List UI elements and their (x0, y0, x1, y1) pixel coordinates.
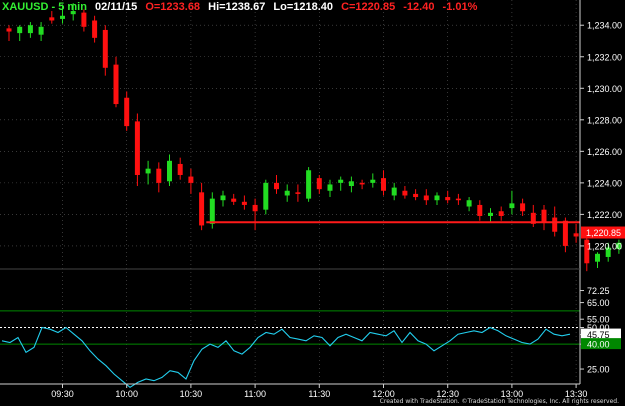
candle-body (423, 195, 429, 201)
price-tick-label: 1,226.00 (587, 147, 622, 157)
close-label: C=1220.85 (341, 1, 396, 13)
candle-body (327, 184, 333, 191)
price-tick-label: 1,222.00 (587, 210, 622, 220)
candle-body (124, 97, 130, 127)
candle-body (316, 178, 322, 190)
candle-body (381, 178, 386, 191)
axes: 1,234.00 1,232.00 1,230.00 1,228.00 1,226.00… (0, 0, 625, 399)
chart-canvas: 1,234.00 1,232.00 1,230.00 1,228.00 1,226.00… (0, 0, 625, 399)
time-tick-label: 09:30 (51, 389, 74, 399)
candle-body (370, 179, 376, 183)
date-label: 02/11/15 (95, 1, 138, 13)
candle-body (231, 198, 237, 202)
change-label: -12.40 (403, 1, 435, 13)
price-tick-label: 1,232.00 (587, 52, 622, 62)
price-tick-label: 1,224.00 (587, 178, 622, 188)
low-label: Lo=1218.40 (273, 1, 333, 13)
candle-body (92, 20, 98, 38)
candle-body (17, 26, 23, 34)
candle-body (488, 212, 493, 216)
candle-body (455, 198, 461, 201)
candle-body (520, 203, 526, 212)
price-tick-label: 1,234.00 (587, 21, 622, 31)
indicator-tick-label: 65.00 (587, 298, 610, 308)
time-tick-label: 10:00 (115, 389, 138, 399)
candle-body (562, 220, 568, 246)
candle-body (348, 181, 354, 187)
candle-body (552, 217, 558, 232)
candle-body (541, 209, 547, 223)
price-tick-label: 1,220.00 (587, 241, 622, 251)
price-tick-label: 1,230.00 (587, 84, 622, 94)
high-label: Hi=1238.67 (208, 1, 266, 13)
candle-body (6, 28, 12, 32)
indicator-tick-label: 72.25 (587, 286, 610, 296)
chart-header: XAUUSD - 5 min 02/11/15 O=1233.68 Hi=123… (2, 1, 482, 13)
indicator-levels (0, 310, 580, 345)
candle-body (413, 193, 419, 198)
time-tick-label: 11:30 (308, 389, 330, 399)
candle-body (145, 168, 151, 174)
candle-body (306, 170, 312, 199)
candle-body (102, 29, 108, 68)
indicator-line (1, 326, 571, 388)
candle-body (252, 204, 258, 212)
candle-body (209, 198, 215, 224)
candle-body (434, 195, 440, 201)
open-label: O=1233.68 (145, 1, 201, 13)
candle-body (188, 176, 194, 183)
indicator-series (1, 326, 571, 388)
candlestick-series (6, 3, 622, 272)
candle-body (241, 201, 247, 205)
candle-body (295, 192, 301, 194)
candle-body (274, 182, 279, 190)
candle-body (466, 200, 472, 207)
grid (0, 0, 580, 384)
candle-body (156, 168, 162, 183)
last-price-label: 1,220.85 (586, 228, 621, 238)
candle-body (113, 64, 119, 105)
footer-copyright: Created with TradeStation. ©TradeStation… (379, 398, 619, 405)
candle-body (391, 187, 397, 196)
candle-body (263, 182, 269, 210)
candle-body (338, 179, 344, 183)
indicator-tick-label: 40.00 (587, 340, 610, 350)
candle-body (49, 17, 55, 21)
candle-body (134, 121, 140, 175)
candle-body (81, 12, 87, 27)
indicator-tick-label: 25.00 (587, 365, 610, 375)
candle-body (38, 26, 44, 35)
symbol-label: XAUUSD - 5 min (2, 1, 87, 13)
candle-body (498, 211, 504, 216)
candle-body (27, 25, 33, 34)
candle-body (477, 204, 483, 216)
price-tick-label: 1,228.00 (587, 115, 622, 125)
candle-body (284, 190, 290, 196)
candle-body (220, 195, 226, 201)
candle-body (199, 192, 205, 226)
candle-body (595, 253, 600, 262)
candle-body (60, 15, 65, 19)
change-pct-label: -1.01% (442, 1, 478, 13)
candle-body (573, 233, 579, 237)
candle-body (445, 197, 451, 201)
candle-body (509, 203, 515, 209)
candle-body (402, 190, 408, 196)
time-tick-label: 11:00 (244, 389, 266, 399)
candle-body (359, 182, 365, 185)
candle-body (167, 160, 172, 182)
candle-body (177, 163, 183, 175)
time-tick-label: 10:30 (180, 389, 203, 399)
